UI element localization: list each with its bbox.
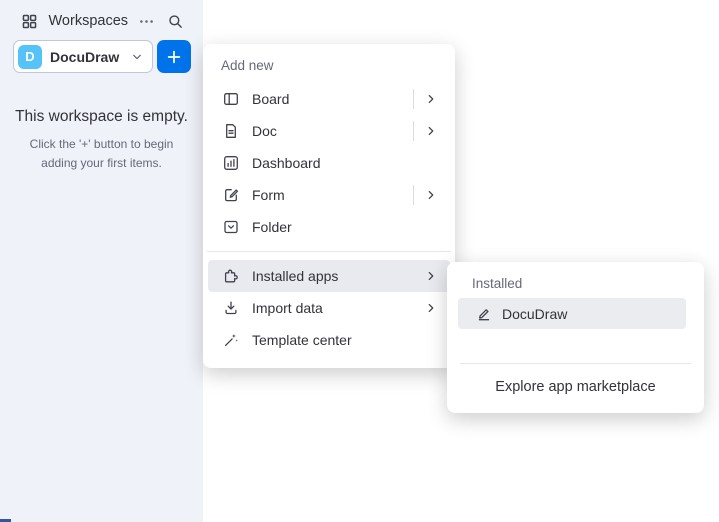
- menu-item-form[interactable]: Form: [208, 179, 450, 211]
- menu-item-board[interactable]: Board: [208, 83, 450, 115]
- search-icon[interactable]: [166, 11, 186, 31]
- chevron-right-icon[interactable]: [423, 91, 439, 107]
- add-new-menu-header: Add new: [221, 58, 274, 73]
- chevron-right-icon[interactable]: [423, 300, 439, 316]
- plus-icon: [167, 50, 181, 63]
- folder-icon: [222, 218, 240, 236]
- empty-state-subtitle: Click the '+' button to begin adding you…: [0, 135, 203, 172]
- empty-state-subtitle-line2: adding your first items.: [41, 155, 162, 170]
- menu-item-label: Form: [252, 187, 285, 203]
- workspaces-label: Workspaces: [48, 13, 129, 29]
- puzzle-icon: [222, 267, 240, 285]
- divider: [413, 121, 414, 141]
- add-new-button[interactable]: [157, 40, 191, 73]
- empty-state-title: This workspace is empty.: [15, 108, 188, 125]
- workspace-name: DocuDraw: [50, 48, 120, 65]
- submenu-item-label: DocuDraw: [502, 305, 568, 322]
- installed-apps-submenu: Installed DocuDraw Explore app marketpla…: [447, 262, 704, 413]
- divider: [413, 185, 414, 205]
- workspace-switcher[interactable]: D DocuDraw: [13, 40, 153, 73]
- chevron-down-icon: [130, 50, 144, 64]
- menu-item-label: Template center: [252, 332, 352, 348]
- menu-item-label: Folder: [252, 219, 292, 235]
- workspace-sidebar: Workspaces D DocuDraw This workspace is …: [0, 0, 203, 522]
- doc-icon: [222, 122, 240, 140]
- explore-app-marketplace-link[interactable]: Explore app marketplace: [447, 364, 704, 395]
- menu-item-import-data[interactable]: Import data: [208, 292, 450, 324]
- menu-item-label: Installed apps: [252, 268, 339, 284]
- empty-state-subtitle-line1: Click the '+' button to begin: [29, 137, 174, 151]
- workspace-avatar: D: [18, 44, 42, 69]
- add-new-menu: Add new Board Doc Dashboard Form Folder …: [203, 44, 455, 368]
- board-icon: [222, 90, 240, 108]
- menu-item-dashboard[interactable]: Dashboard: [208, 147, 450, 179]
- menu-item-folder[interactable]: Folder: [208, 211, 450, 243]
- wand-icon: [222, 331, 240, 349]
- menu-item-installed-apps[interactable]: Installed apps: [208, 260, 450, 292]
- chevron-right-icon[interactable]: [423, 187, 439, 203]
- installed-submenu-header: Installed: [472, 276, 523, 291]
- menu-item-label: Doc: [252, 123, 277, 139]
- divider: [413, 89, 414, 109]
- submenu-item-docudraw[interactable]: DocuDraw: [458, 298, 686, 329]
- menu-item-template-center[interactable]: Template center: [208, 324, 450, 356]
- chevron-right-icon[interactable]: [423, 123, 439, 139]
- menu-item-label: Board: [252, 91, 290, 107]
- import-icon: [222, 299, 240, 317]
- dashboard-icon: [222, 154, 240, 172]
- menu-item-doc[interactable]: Doc: [208, 115, 450, 147]
- more-options-icon[interactable]: [137, 11, 157, 31]
- sidebar-header: Workspaces: [20, 10, 185, 32]
- menu-divider: [207, 251, 451, 252]
- menu-item-label: Dashboard: [252, 155, 321, 171]
- pencil-icon: [475, 305, 493, 323]
- empty-state: This workspace is empty. Click the '+' b…: [0, 108, 203, 172]
- menu-item-label: Import data: [252, 300, 323, 316]
- chevron-right-icon[interactable]: [423, 268, 439, 284]
- form-icon: [222, 186, 240, 204]
- workspaces-grid-icon[interactable]: [20, 11, 40, 31]
